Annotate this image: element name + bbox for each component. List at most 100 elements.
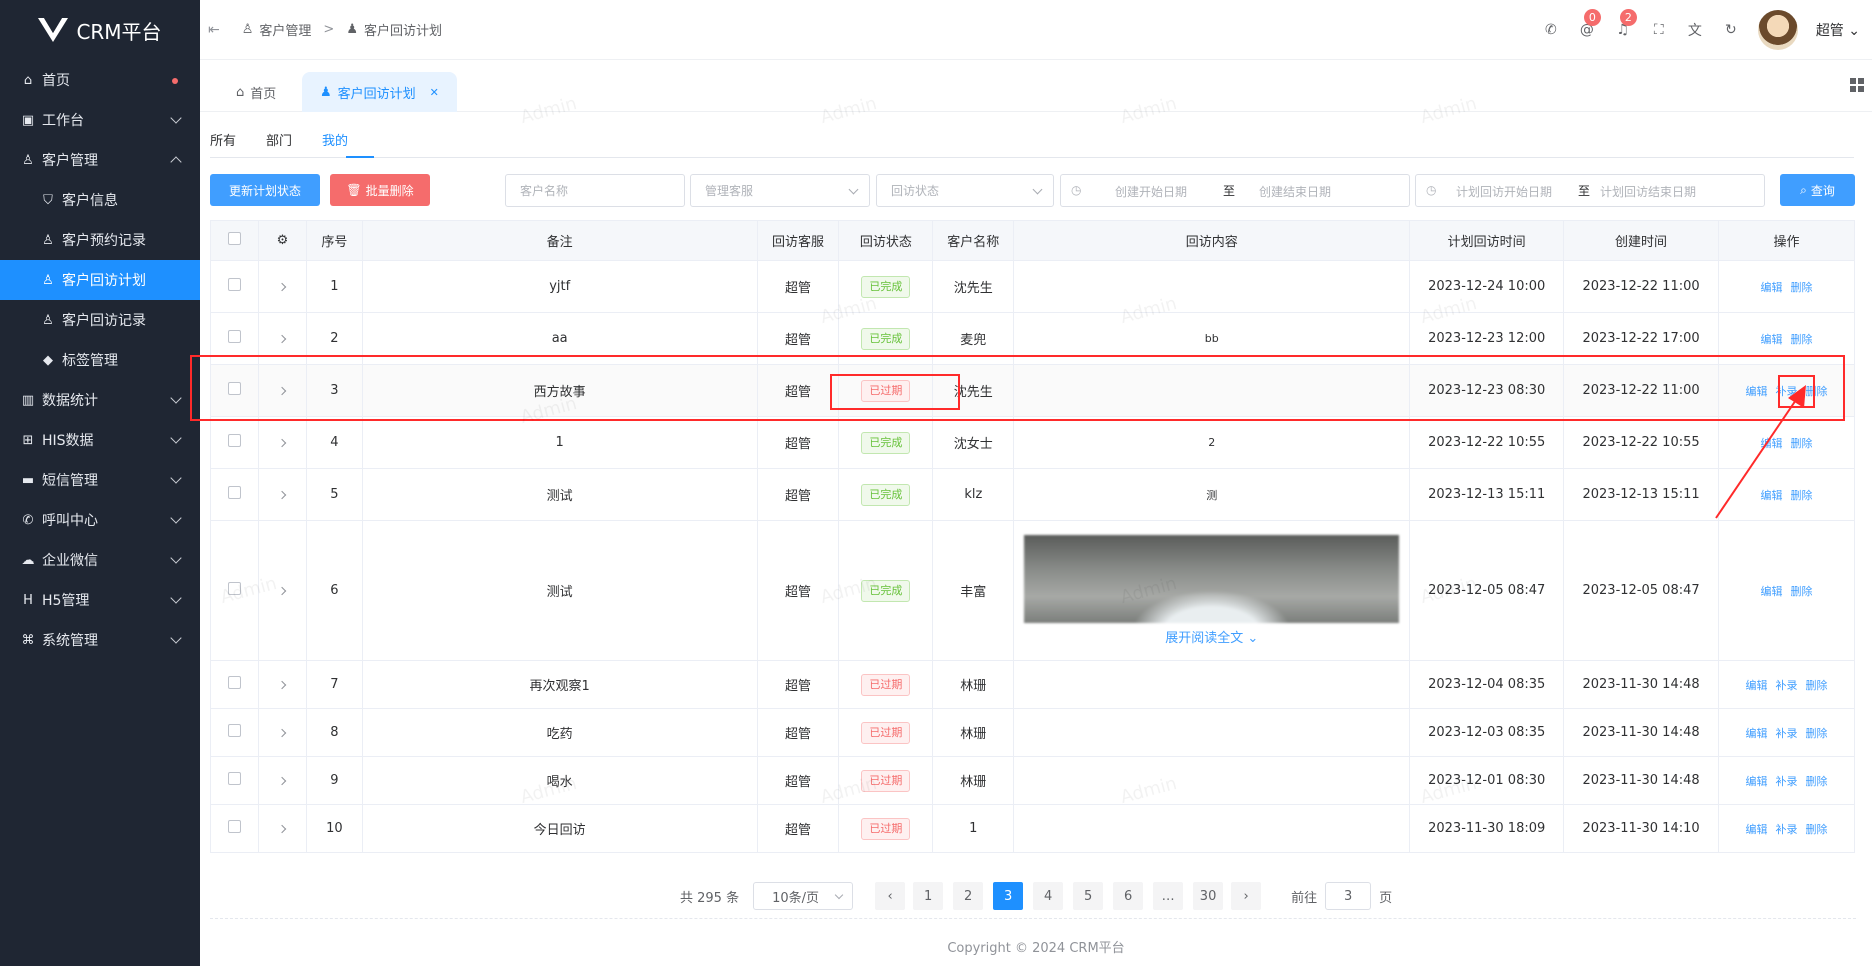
batch-delete-button[interactable]: 🗑 批量删除	[330, 174, 430, 206]
sidebar-item[interactable]: ♙ 客户预约记录	[0, 220, 200, 260]
sidebar-item[interactable]: ◆ 标签管理	[0, 340, 200, 380]
row-action-link[interactable]: 编辑	[1761, 585, 1783, 598]
fullscreen-icon[interactable]: ⛶	[1650, 21, 1668, 39]
row-action-link[interactable]: 编辑	[1761, 333, 1783, 346]
page-button[interactable]: 2	[953, 882, 984, 910]
sidebar-item[interactable]: ▥ 数据统计	[0, 380, 200, 420]
collapse-menu-icon[interactable]: ⇤	[208, 22, 220, 38]
table-row[interactable]: 4 1 超管 已完成 沈女士 2 2023-12-22 10:55 2023-12-22 10…	[210, 416, 1855, 469]
table-row[interactable]: 5 测试 超管 已完成 klz 测 2023-12-13 15:11 2023-12-13 1…	[210, 468, 1855, 521]
sidebar-item[interactable]: ♙ 客户管理	[0, 140, 200, 180]
plan-date-range[interactable]: ◷ 计划回访开始日期 至 计划回访结束日期	[1415, 174, 1765, 207]
status-select[interactable]: 回访状态	[876, 174, 1054, 207]
tab-all[interactable]: 所有	[210, 130, 236, 149]
chevron-right-icon[interactable]	[278, 776, 287, 786]
sidebar-item[interactable]: ⌘ 系统管理	[0, 620, 200, 660]
row-action-link[interactable]: 删除	[1806, 823, 1828, 836]
row-action-link[interactable]: 编辑	[1746, 679, 1768, 692]
row-checkbox[interactable]	[227, 486, 241, 499]
row-checkbox[interactable]	[227, 582, 241, 595]
row-action-link[interactable]: 删除	[1806, 775, 1828, 788]
chevron-right-icon[interactable]	[278, 438, 287, 448]
table-row[interactable]: 7 再次观察1 超管 已过期 林珊 2023-12-04 08:35 2023-11-30 …	[210, 660, 1855, 709]
row-action-link[interactable]: 删除	[1806, 727, 1828, 740]
sidebar-item[interactable]: ⊞ HIS数据	[0, 420, 200, 460]
chevron-right-icon[interactable]	[278, 334, 287, 344]
chevron-right-icon[interactable]	[278, 680, 287, 690]
row-action-link[interactable]: 删除	[1806, 679, 1828, 692]
chevron-right-icon[interactable]	[278, 728, 287, 738]
tab-mine[interactable]: 我的	[322, 130, 348, 149]
row-checkbox[interactable]	[227, 330, 241, 343]
row-action-link[interactable]: 编辑	[1746, 775, 1768, 788]
page-button[interactable]: …	[1153, 882, 1184, 910]
customer-name-input[interactable]: 客户名称	[505, 174, 685, 207]
row-checkbox[interactable]	[227, 434, 241, 447]
sidebar-item[interactable]: ✆ 呼叫中心	[0, 500, 200, 540]
page-button[interactable]: 3	[993, 882, 1024, 910]
at-icon[interactable]: @0	[1578, 9, 1601, 39]
row-action-link[interactable]: 补录	[1776, 727, 1798, 740]
sidebar-item[interactable]: ☁ 企业微信	[0, 540, 200, 580]
table-row[interactable]: 9 喝水 超管 已过期 林珊 2023-12-01 08:30 2023-11-30 14:…	[210, 756, 1855, 805]
update-status-button[interactable]: 更新计划状态	[210, 174, 320, 206]
page-button[interactable]: 6	[1113, 882, 1144, 910]
bell-icon[interactable]: ♫ 2	[1614, 9, 1637, 39]
row-action-link[interactable]: 删除	[1791, 333, 1813, 346]
search-button[interactable]: ⌕ 查询	[1780, 174, 1855, 206]
app-logo[interactable]: CRM平台	[0, 0, 200, 60]
sidebar-item[interactable]: ♙ 客户回访记录	[0, 300, 200, 340]
row-checkbox[interactable]	[227, 724, 241, 737]
goto-page-input[interactable]: 3	[1325, 882, 1372, 910]
page-button[interactable]: 1	[913, 882, 944, 910]
chevron-right-icon[interactable]	[278, 586, 287, 596]
create-date-range[interactable]: ◷ 创建开始日期 至 创建结束日期	[1060, 174, 1410, 207]
refresh-icon[interactable]: ↻	[1722, 21, 1740, 39]
row-action-link[interactable]: 补录	[1776, 823, 1798, 836]
chevron-right-icon[interactable]	[278, 824, 287, 834]
next-page-button[interactable]: ›	[1231, 882, 1262, 910]
prev-page-button[interactable]: ‹	[875, 882, 906, 910]
table-row[interactable]: 10 今日回访 超管 已过期 1 2023-11-30 18:09 2023-11-30 1…	[210, 804, 1855, 853]
manager-select[interactable]: 管理客服	[690, 174, 870, 207]
table-row[interactable]: 6 测试 超管 已完成 丰富 展开阅读全文 ⌄ 2023-12-05 08:47 2023-1…	[210, 520, 1855, 661]
row-action-link[interactable]: 补录	[1776, 679, 1798, 692]
tab-visit-plan[interactable]: ♟ 客户回访计划 ✕	[302, 72, 457, 112]
gear-icon[interactable]: ⚙	[277, 233, 289, 248]
row-action-link[interactable]: 编辑	[1746, 727, 1768, 740]
row-checkbox[interactable]	[227, 676, 241, 689]
row-checkbox[interactable]	[227, 278, 241, 291]
sidebar-item[interactable]: ▣ 工作台	[0, 100, 200, 140]
avatar[interactable]	[1757, 10, 1798, 50]
select-all-checkbox[interactable]	[227, 232, 241, 245]
chevron-right-icon[interactable]	[278, 282, 287, 292]
close-icon[interactable]: ✕	[430, 86, 439, 99]
sidebar-item[interactable]: ♙ 客户回访计划	[0, 260, 200, 300]
row-action-link[interactable]: 删除	[1791, 281, 1813, 294]
page-button[interactable]: 4	[1033, 882, 1064, 910]
row-checkbox[interactable]	[227, 820, 241, 833]
user-menu[interactable]: 超管 ⌄	[1816, 20, 1860, 40]
page-button[interactable]: 30	[1193, 882, 1224, 910]
grid-menu-icon[interactable]	[1850, 78, 1864, 92]
row-action-link[interactable]: 删除	[1791, 585, 1813, 598]
row-action-link[interactable]: 补录	[1776, 775, 1798, 788]
phone-icon[interactable]: ✆	[1542, 21, 1560, 39]
sidebar-item[interactable]: ⛉ 客户信息	[0, 180, 200, 220]
table-row[interactable]: 8 吃药 超管 已过期 林珊 2023-12-03 08:35 2023-11-30 14:…	[210, 708, 1855, 757]
chevron-right-icon[interactable]	[278, 490, 287, 500]
sidebar-item[interactable]: ⌂ 首页	[0, 60, 200, 100]
table-row[interactable]: 1 yjtf 超管 已完成 沈先生 2023-12-24 10:00 2023-12-22 …	[210, 260, 1855, 313]
tab-home[interactable]: ⌂ 首页	[218, 72, 294, 112]
sidebar-item[interactable]: H H5管理	[0, 580, 200, 620]
page-button[interactable]: 5	[1073, 882, 1104, 910]
page-size-select[interactable]: 10条/页	[753, 882, 854, 910]
sidebar-item[interactable]: ▬ 短信管理	[0, 460, 200, 500]
row-action-link[interactable]: 编辑	[1746, 823, 1768, 836]
expand-full-text-link[interactable]: 展开阅读全文 ⌄	[1014, 627, 1409, 646]
row-action-link[interactable]: 编辑	[1761, 281, 1783, 294]
translate-icon[interactable]: 文	[1686, 21, 1704, 39]
breadcrumb-item[interactable]: 客户管理	[259, 20, 311, 39]
tab-department[interactable]: 部门	[266, 130, 292, 149]
row-checkbox[interactable]	[227, 772, 241, 785]
